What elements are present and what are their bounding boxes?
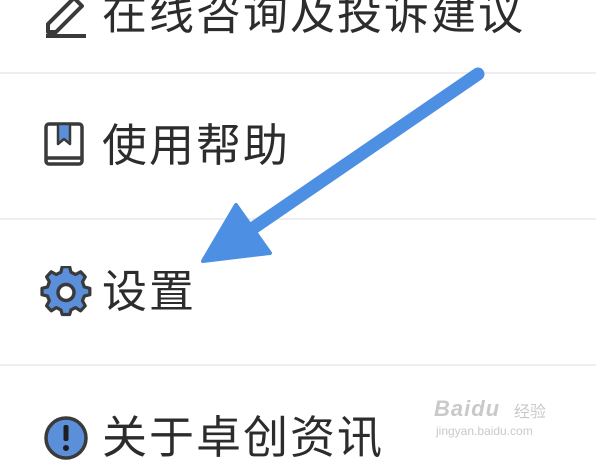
page: 在线咨询及投诉建议 使用帮助 设置 关于卓创资讯 Baidu 经验 jingya… xyxy=(0,0,596,460)
gear-icon xyxy=(40,265,92,318)
menu-item-label: 关于卓创资讯 xyxy=(102,411,385,460)
menu-item-settings[interactable]: 设置 xyxy=(0,220,596,364)
watermark-suffix: 经验 xyxy=(514,402,547,421)
edit-icon xyxy=(40,0,92,40)
menu-item-label: 在线咨询及投诉建议 xyxy=(102,0,526,40)
menu-item-feedback[interactable]: 在线咨询及投诉建议 xyxy=(0,0,596,60)
menu-item-label: 使用帮助 xyxy=(102,119,291,172)
book-icon xyxy=(40,120,92,172)
menu-item-label: 设置 xyxy=(102,265,197,318)
watermark-brand: Baidu xyxy=(434,396,501,421)
watermark: Baidu 经验 jingyan.baidu.com xyxy=(434,396,560,442)
watermark-domain: jingyan.baidu.com xyxy=(436,424,533,438)
menu-item-help[interactable]: 使用帮助 xyxy=(0,74,596,218)
info-icon xyxy=(40,412,92,460)
